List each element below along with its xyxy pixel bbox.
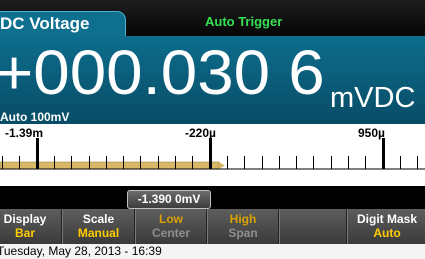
softkey-digit-mask-label: Digit Mask: [356, 212, 417, 226]
bar-tick-label-mid: -220µ: [185, 126, 216, 140]
bar-fill: [0, 161, 220, 170]
date-time-label: Tuesday, May 28, 2013 - 16:39: [0, 244, 162, 258]
softkey-high-label: High: [229, 212, 257, 226]
softkey-display[interactable]: Display Bar: [0, 209, 62, 244]
measurement-mode-label: DC Voltage: [0, 14, 90, 33]
softkey-display-value: Bar: [14, 226, 35, 240]
softkey-center-label: Center: [151, 226, 190, 240]
bar-fill-tip: [219, 162, 225, 169]
softkey-low-center[interactable]: Low Center: [135, 209, 207, 244]
trigger-status-label: Auto Trigger: [205, 14, 283, 29]
softkey-scale-label: Scale: [82, 212, 115, 226]
softkey-blank[interactable]: [279, 209, 347, 244]
softkey-digit-mask[interactable]: Digit Mask Auto: [347, 209, 425, 244]
reading-unit: mVDC: [330, 82, 416, 114]
softkey-digit-mask-value: Auto: [373, 226, 401, 240]
bar-tick-label-high: 950µ: [358, 126, 385, 140]
bar-tick-label-low: -1.39m: [5, 126, 44, 140]
softkey-scale-value: Manual: [77, 226, 120, 240]
softkey-span-label: Span: [228, 226, 258, 240]
softkey-display-label: Display: [3, 212, 47, 226]
softkey-low-label: Low: [159, 212, 183, 226]
range-label: Auto 100mV: [0, 110, 70, 124]
cursor-value-pill: -1.390 0mV: [127, 190, 211, 209]
softkey-bar: Display Bar Scale Manual Low Center High…: [0, 209, 425, 244]
softkey-high-span[interactable]: High Span: [207, 209, 279, 244]
meter-screen: DC Voltage Auto Trigger +000.030 6 mVDC …: [0, 0, 425, 259]
reading-value: +000.030 6: [0, 38, 325, 108]
softkey-scale[interactable]: Scale Manual: [62, 209, 135, 244]
